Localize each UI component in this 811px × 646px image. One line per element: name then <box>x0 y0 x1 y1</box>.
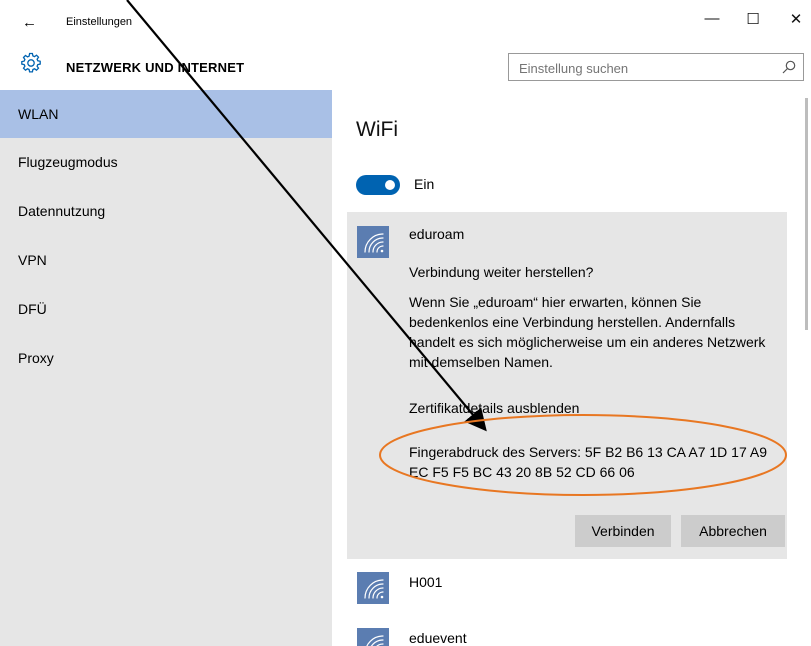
back-button[interactable]: ← <box>22 14 37 31</box>
toggle-knob <box>385 180 395 190</box>
sidebar-item-flugzeugmodus[interactable]: Flugzeugmodus <box>0 138 332 186</box>
connect-explanation: Wenn Sie „eduroam“ hier erwarten, können… <box>409 294 766 370</box>
network-name: eduroam <box>409 226 465 242</box>
close-button[interactable]: ✕ <box>776 10 811 36</box>
search-input[interactable] <box>519 58 769 78</box>
window-title: Einstellungen <box>66 16 133 28</box>
sidebar-item-wlan[interactable]: WLAN <box>0 90 332 138</box>
wifi-signal-icon <box>357 226 389 258</box>
main-content: WiFi Ein eduroam Verbindung weiter herst… <box>332 90 811 646</box>
server-fingerprint: Fingerabdruck des Servers: 5F B2 B6 13 C… <box>409 444 767 480</box>
wifi-toggle-label: Ein <box>414 176 435 192</box>
connect-question: Verbindung weiter herstellen? <box>409 264 594 280</box>
hide-certificate-details-link[interactable]: Zertifikatdetails ausblenden <box>409 400 579 416</box>
search-icon[interactable] <box>781 59 797 75</box>
wifi-signal-icon <box>357 628 389 646</box>
scrollbar[interactable] <box>805 98 808 330</box>
minimize-button[interactable]: — <box>692 10 732 36</box>
page-header: NETZWERK UND INTERNET <box>0 44 811 90</box>
connect-button[interactable]: Verbinden <box>575 515 671 547</box>
sidebar-item-vpn[interactable]: VPN <box>0 236 332 284</box>
wifi-signal-icon <box>357 572 389 604</box>
sidebar-item-dfu[interactable]: DFÜ <box>0 285 332 333</box>
network-name: eduevent <box>409 630 467 646</box>
sidebar: WLAN Flugzeugmodus Datennutzung VPN DFÜ … <box>0 90 332 646</box>
gear-icon <box>20 52 42 74</box>
section-title: NETZWERK UND INTERNET <box>66 60 245 75</box>
maximize-button[interactable]: ☐ <box>733 10 773 36</box>
sidebar-item-datennutzung[interactable]: Datennutzung <box>0 187 332 235</box>
network-panel-expanded: eduroam Verbindung weiter herstellen? We… <box>347 212 787 559</box>
network-list-item[interactable]: H001 <box>347 566 787 616</box>
title-bar: ← Einstellungen — ☐ ✕ <box>0 0 811 44</box>
cancel-button[interactable]: Abbrechen <box>681 515 785 547</box>
sidebar-item-proxy[interactable]: Proxy <box>0 334 332 382</box>
search-box[interactable] <box>508 53 804 81</box>
network-name: H001 <box>409 574 443 590</box>
network-list-item[interactable]: eduevent <box>347 622 787 646</box>
page-title: WiFi <box>356 118 398 141</box>
wifi-toggle[interactable] <box>356 175 400 195</box>
